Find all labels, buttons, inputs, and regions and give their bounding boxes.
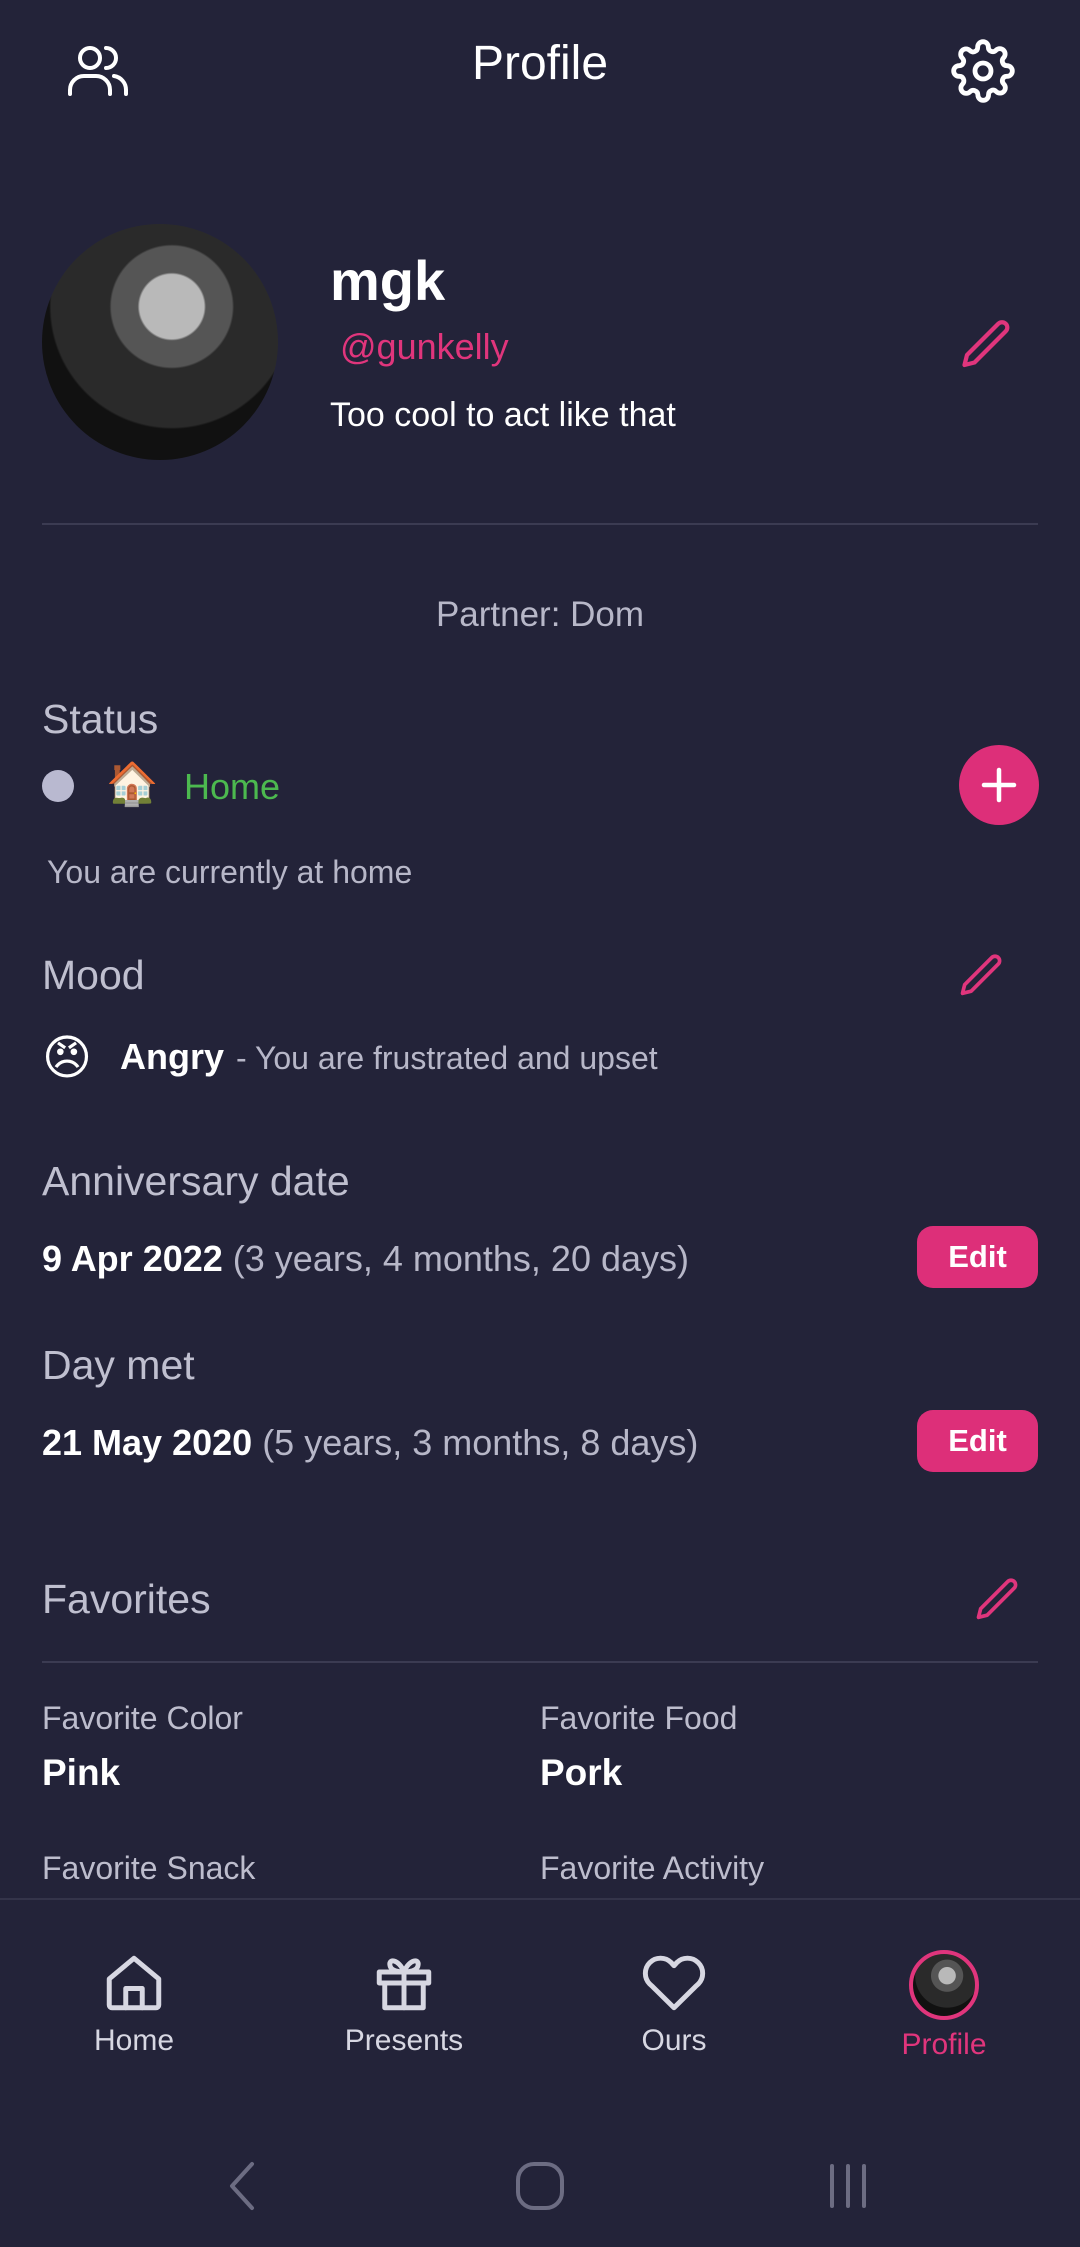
gear-icon [951, 39, 1015, 103]
favorites-divider [42, 1661, 1038, 1663]
system-home-button[interactable] [510, 2156, 570, 2216]
home-circle-icon [516, 2162, 564, 2210]
gift-icon [376, 1958, 432, 2011]
mood-heading: Mood [42, 952, 145, 998]
favorite-activity-label: Favorite Activity [540, 1850, 765, 1886]
anniversary-date: 9 Apr 2022 [42, 1238, 223, 1279]
edit-profile-button[interactable] [952, 310, 1022, 380]
status-emoji: 🏠 [106, 760, 159, 807]
recents-icon [830, 2164, 866, 2208]
settings-button[interactable] [946, 34, 1020, 108]
pencil-icon [962, 320, 1010, 368]
profile-divider [42, 523, 1038, 525]
nav-profile[interactable]: Profile [844, 1950, 1044, 2062]
profile-bio: Too cool to act like that [330, 396, 676, 434]
nav-home[interactable]: Home [34, 1950, 234, 2058]
edit-mood-button[interactable] [952, 946, 1012, 1006]
status-description: You are currently at home [47, 854, 413, 890]
avatar [909, 1950, 979, 2020]
home-icon [106, 1955, 162, 2011]
day-met-duration: (5 years, 3 months, 8 days) [262, 1422, 699, 1463]
mood-emoji: 😠 [42, 1032, 93, 1085]
edit-anniversary-button[interactable]: Edit [917, 1226, 1038, 1288]
favorite-snack-label: Favorite Snack [42, 1850, 256, 1886]
heart-icon [642, 1955, 706, 2011]
day-met-date: 21 May 2020 [42, 1422, 253, 1463]
favorite-color-value: Pink [42, 1752, 121, 1793]
nav-ours-label: Ours [641, 2024, 707, 2057]
pencil-icon [960, 954, 1002, 996]
partner-text: Partner: Dom [435, 595, 645, 634]
pencil-icon [976, 1578, 1018, 1620]
edit-day-met-button[interactable]: Edit [917, 1410, 1038, 1472]
status-dot [42, 770, 74, 802]
day-met-line: 21 May 2020 (5 years, 3 months, 8 days) [42, 1422, 698, 1464]
nav-presents[interactable]: Presents [304, 1950, 504, 2058]
anniversary-line: 9 Apr 2022 (3 years, 4 months, 20 days) [42, 1238, 689, 1280]
plus-icon [981, 767, 1017, 803]
page-title: Profile [471, 37, 609, 90]
profile-name: mgk [330, 249, 446, 312]
system-back-button[interactable] [212, 2156, 272, 2216]
anniversary-duration: (3 years, 4 months, 20 days) [232, 1238, 690, 1279]
day-met-heading: Day met [42, 1342, 195, 1388]
add-status-button[interactable] [959, 745, 1039, 825]
status-heading: Status [42, 696, 159, 742]
favorite-food-label: Favorite Food [540, 1700, 738, 1736]
profile-handle: @gunkelly [340, 326, 509, 367]
edit-favorites-button[interactable] [968, 1570, 1028, 1630]
mood-description: - You are frustrated and upset [236, 1040, 658, 1076]
favorites-heading: Favorites [42, 1576, 211, 1622]
back-icon [230, 2162, 254, 2210]
favorite-food-value: Pork [540, 1752, 623, 1793]
favorite-color-label: Favorite Color [42, 1700, 243, 1736]
nav-presents-label: Presents [344, 2024, 464, 2057]
nav-home-label: Home [93, 2024, 175, 2057]
anniversary-heading: Anniversary date [42, 1158, 350, 1204]
avatar[interactable] [42, 224, 278, 460]
system-recents-button[interactable] [816, 2156, 880, 2216]
nav-ours[interactable]: Ours [574, 1950, 774, 2058]
nav-profile-label: Profile [901, 2028, 987, 2061]
mood-label: Angry [120, 1036, 225, 1077]
status-label: Home [184, 766, 281, 807]
